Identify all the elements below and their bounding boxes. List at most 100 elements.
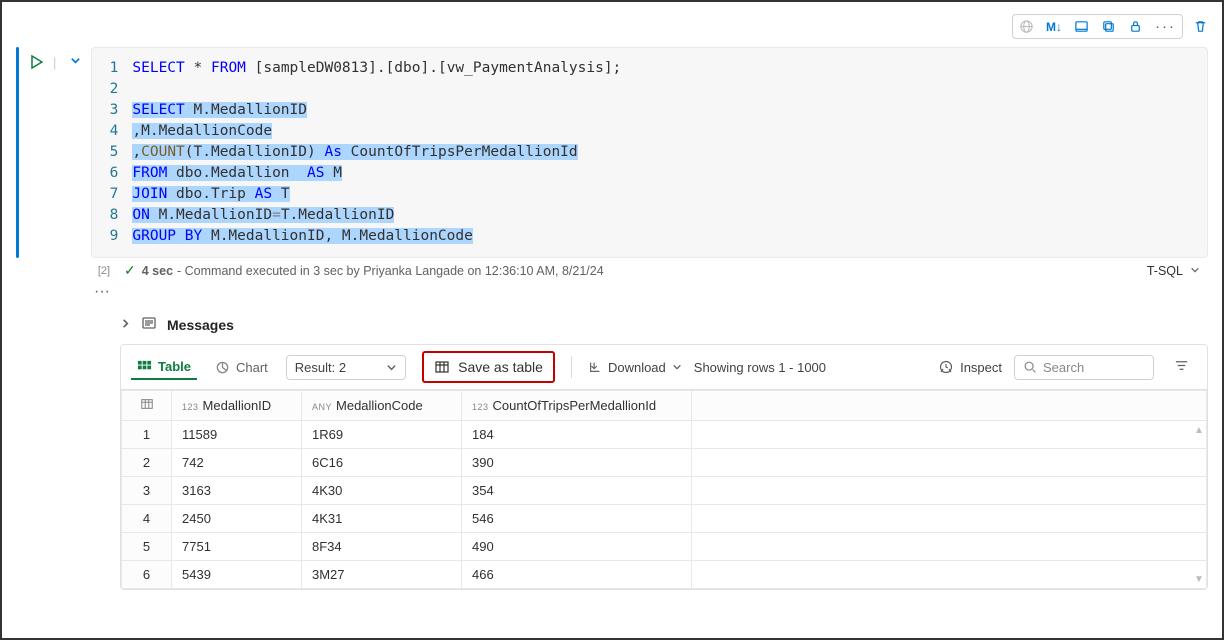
- run-gutter: |: [31, 47, 81, 258]
- corner-cell[interactable]: [122, 391, 172, 421]
- copy-icon[interactable]: [1101, 19, 1116, 34]
- row-number[interactable]: 2: [122, 449, 172, 477]
- success-icon: ✓: [124, 262, 136, 279]
- code-line[interactable]: 8ON M.MedallionID=T.MedallionID: [92, 205, 1207, 226]
- scrollbar[interactable]: ▲ ▼: [1195, 425, 1203, 585]
- code-text[interactable]: FROM dbo.Medallion AS M: [132, 163, 342, 184]
- table-row[interactable]: 27426C16390: [122, 449, 1207, 477]
- cell[interactable]: 742: [172, 449, 302, 477]
- tab-chart[interactable]: Chart: [209, 356, 274, 379]
- code-text[interactable]: GROUP BY M.MedallionID, M.MedallionCode: [132, 226, 472, 247]
- toolbar-box: M↓ ···: [1012, 14, 1183, 39]
- line-number: 3: [92, 100, 132, 121]
- run-menu-chevron-icon[interactable]: [70, 55, 81, 69]
- tab-table[interactable]: Table: [131, 355, 197, 380]
- line-number: 4: [92, 121, 132, 142]
- cell-empty: [692, 421, 1207, 449]
- code-text[interactable]: ,M.MedallionCode: [132, 121, 272, 142]
- cell[interactable]: 184: [462, 421, 692, 449]
- table-row[interactable]: 1115891R69184: [122, 421, 1207, 449]
- line-number: 2: [92, 79, 132, 100]
- status-row: [2] ✓ 4 sec - Command executed in 3 sec …: [16, 262, 1208, 279]
- results-table-wrap: 123MedallionID ANYMedallionCode 123Count…: [121, 390, 1207, 589]
- cell-empty: [692, 449, 1207, 477]
- scroll-down-icon[interactable]: ▼: [1194, 574, 1204, 585]
- markdown-icon[interactable]: M↓: [1046, 20, 1062, 34]
- col-header[interactable]: 123MedallionID: [172, 391, 302, 421]
- line-number: 1: [92, 58, 132, 79]
- cell-empty: [692, 533, 1207, 561]
- row-number[interactable]: 3: [122, 477, 172, 505]
- code-line[interactable]: 9GROUP BY M.MedallionID, M.MedallionCode: [92, 226, 1207, 247]
- cell-more-icon[interactable]: ···: [94, 279, 1208, 305]
- run-icon[interactable]: [31, 55, 43, 72]
- table-row[interactable]: 331634K30354: [122, 477, 1207, 505]
- code-text[interactable]: ON M.MedallionID=T.MedallionID: [132, 205, 394, 226]
- code-line[interactable]: 3SELECT M.MedallionID: [92, 100, 1207, 121]
- toolbar-separator: [571, 356, 572, 378]
- search-input[interactable]: Search: [1014, 355, 1154, 380]
- cell-index: [2]: [90, 265, 118, 277]
- lock-icon[interactable]: [1128, 19, 1143, 34]
- code-line[interactable]: 2: [92, 79, 1207, 100]
- cell[interactable]: 4K31: [302, 505, 462, 533]
- table-row[interactable]: 654393M27466: [122, 561, 1207, 589]
- messages-chevron-icon[interactable]: [120, 318, 131, 332]
- cell[interactable]: 3M27: [302, 561, 462, 589]
- cell[interactable]: 354: [462, 477, 692, 505]
- code-line[interactable]: 4,M.MedallionCode: [92, 121, 1207, 142]
- row-number[interactable]: 6: [122, 561, 172, 589]
- col-header-empty: [692, 391, 1207, 421]
- language-picker[interactable]: T-SQL: [1147, 264, 1208, 278]
- cell[interactable]: 1R69: [302, 421, 462, 449]
- cell[interactable]: 3163: [172, 477, 302, 505]
- row-number[interactable]: 5: [122, 533, 172, 561]
- cell[interactable]: 466: [462, 561, 692, 589]
- download-button[interactable]: Download: [588, 360, 682, 375]
- row-range-label: Showing rows 1 - 1000: [694, 360, 826, 375]
- line-number: 7: [92, 184, 132, 205]
- cell[interactable]: 4K30: [302, 477, 462, 505]
- table-row[interactable]: 577518F34490: [122, 533, 1207, 561]
- save-as-table-button[interactable]: Save as table: [422, 351, 555, 383]
- cell[interactable]: 6C16: [302, 449, 462, 477]
- code-text[interactable]: SELECT * FROM [sampleDW0813].[dbo].[vw_P…: [132, 58, 621, 79]
- code-text[interactable]: JOIN dbo.Trip AS T: [132, 184, 289, 205]
- col-header[interactable]: ANYMedallionCode: [302, 391, 462, 421]
- col-header[interactable]: 123CountOfTripsPerMedallionId: [462, 391, 692, 421]
- cell[interactable]: 546: [462, 505, 692, 533]
- cell[interactable]: 8F34: [302, 533, 462, 561]
- cell[interactable]: 490: [462, 533, 692, 561]
- code-text[interactable]: ,COUNT(T.MedallionID) As CountOfTripsPer…: [132, 142, 577, 163]
- table-header-row: 123MedallionID ANYMedallionCode 123Count…: [122, 391, 1207, 421]
- scroll-up-icon[interactable]: ▲: [1194, 425, 1204, 436]
- code-line[interactable]: 5,COUNT(T.MedallionID) As CountOfTripsPe…: [92, 142, 1207, 163]
- cell[interactable]: 7751: [172, 533, 302, 561]
- cell[interactable]: 5439: [172, 561, 302, 589]
- panel-icon[interactable]: [1074, 19, 1089, 34]
- cell-empty: [692, 477, 1207, 505]
- cell[interactable]: 390: [462, 449, 692, 477]
- line-number: 9: [92, 226, 132, 247]
- top-toolbar: M↓ ···: [16, 14, 1208, 39]
- more-icon[interactable]: ···: [1155, 18, 1176, 35]
- line-number: 6: [92, 163, 132, 184]
- code-text[interactable]: SELECT M.MedallionID: [132, 100, 307, 121]
- code-line[interactable]: 1SELECT * FROM [sampleDW0813].[dbo].[vw_…: [92, 58, 1207, 79]
- code-editor[interactable]: 1SELECT * FROM [sampleDW0813].[dbo].[vw_…: [91, 47, 1208, 258]
- results-panel: Table Chart Result: 2 Save as table Down…: [120, 344, 1208, 590]
- cell[interactable]: 11589: [172, 421, 302, 449]
- code-line[interactable]: 7JOIN dbo.Trip AS T: [92, 184, 1207, 205]
- code-line[interactable]: 6FROM dbo.Medallion AS M: [92, 163, 1207, 184]
- delete-icon[interactable]: [1193, 19, 1208, 34]
- code-text[interactable]: [132, 79, 141, 100]
- globe-icon[interactable]: [1019, 19, 1034, 34]
- table-row[interactable]: 424504K31546: [122, 505, 1207, 533]
- result-select[interactable]: Result: 2: [286, 355, 406, 380]
- inspect-button[interactable]: Inspect: [938, 359, 1002, 375]
- row-number[interactable]: 4: [122, 505, 172, 533]
- cell[interactable]: 2450: [172, 505, 302, 533]
- row-number[interactable]: 1: [122, 421, 172, 449]
- filter-icon[interactable]: [1166, 354, 1197, 381]
- messages-header[interactable]: Messages: [120, 315, 1208, 334]
